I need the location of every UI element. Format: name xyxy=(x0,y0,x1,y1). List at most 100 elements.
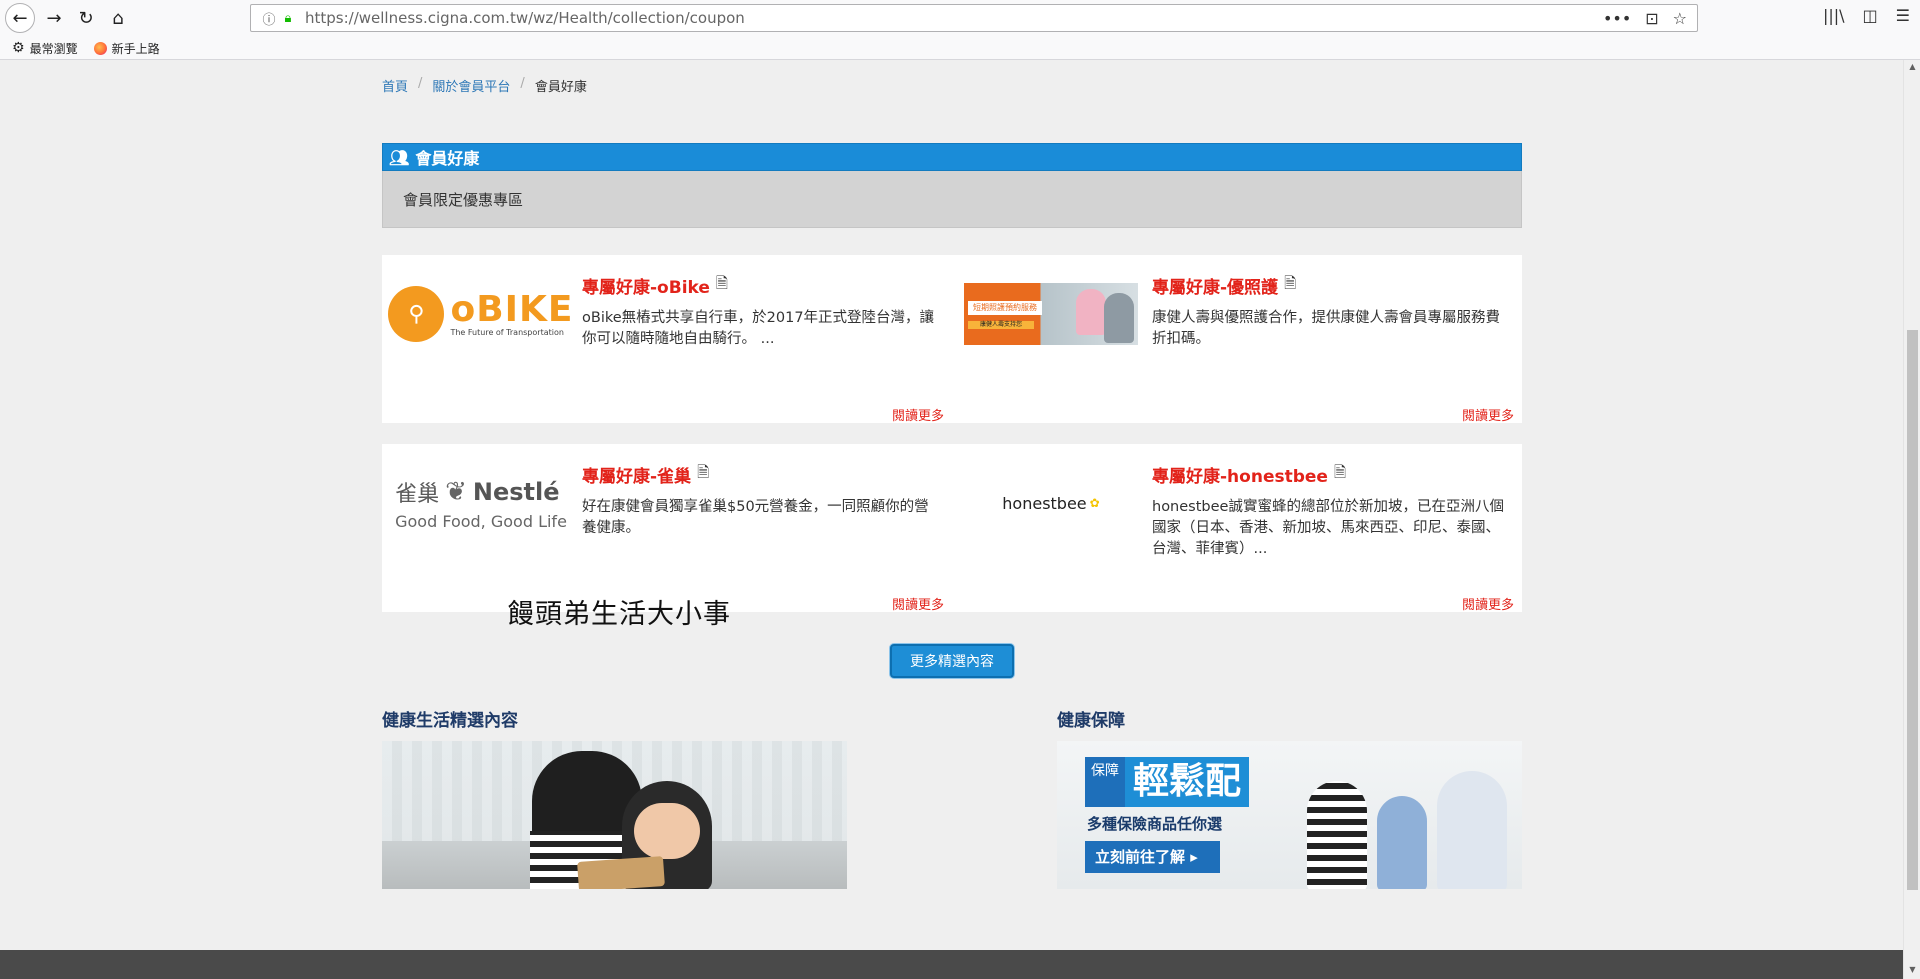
coupon-description: 康健人壽與優照護合作，提供康健人壽會員專屬服務費折扣碼。 xyxy=(1152,310,1500,347)
nestle-logo-top: 雀巢 ❦ Nestlé xyxy=(395,476,559,508)
reload-button[interactable]: ↻ xyxy=(72,4,100,32)
toolbar-right: |||\ ◫ ☰ xyxy=(1823,6,1910,25)
coupon-card-nestle: 雀巢 ❦ Nestlé Good Food, Good Life 專屬好康-雀巢… xyxy=(382,444,952,613)
arrow-left-icon: ← xyxy=(12,7,28,29)
nestle-wordmark: Nestlé xyxy=(472,477,560,506)
insurance-banner[interactable]: 保障 輕鬆配 多種保險商品任你選 立刻前往了解 ▸ xyxy=(1057,741,1522,889)
gear-icon: ⚙ xyxy=(12,40,25,56)
family-child-figure xyxy=(1377,796,1427,889)
scroll-down-icon[interactable]: ▼ xyxy=(1904,965,1920,979)
care-strip-text: 康健人壽支持您 xyxy=(968,321,1034,329)
caregiver-figure xyxy=(1076,289,1106,335)
coupon-title[interactable]: 專屬好康-優照護 🗎 xyxy=(1152,273,1296,298)
firefox-icon xyxy=(93,41,107,55)
pocket-icon[interactable]: ⊡ xyxy=(1645,9,1658,28)
document-icon: 🗎 xyxy=(715,274,728,292)
document-icon: 🗎 xyxy=(1284,274,1297,292)
bookmark-getting-started[interactable]: 新手上路 xyxy=(93,40,160,57)
sidebar-icon[interactable]: ◫ xyxy=(1863,6,1878,25)
document-icon: 🗎 xyxy=(1333,463,1347,481)
coupon-title[interactable]: 專屬好康-honestbee 🗎 xyxy=(1152,462,1346,487)
honestbee-logo-mark: honestbee ✿ xyxy=(1002,494,1099,513)
back-button[interactable]: ← xyxy=(5,3,35,33)
page-actions-icon[interactable]: ••• xyxy=(1603,9,1631,28)
lock-icon: 🔒︎ xyxy=(284,10,292,26)
bookmark-label: 新手上路 xyxy=(111,41,160,56)
read-more-link[interactable]: 閱讀更多 xyxy=(892,405,944,424)
insurance-badge: 保障 xyxy=(1085,757,1125,807)
coupon-title[interactable]: 專屬好康-雀巢 🗎 xyxy=(582,462,709,487)
breadcrumb-home[interactable]: 首頁 xyxy=(382,76,408,95)
coupon-description: 好在康健會員獨享雀巢$50元營養金，一同照顧你的營養健康。 xyxy=(582,499,929,536)
read-more-link[interactable]: 閱讀更多 xyxy=(1462,594,1514,613)
insurance-cta-button[interactable]: 立刻前往了解 ▸ xyxy=(1085,841,1220,873)
watermark-text: 饅頭弟生活大小事 xyxy=(507,599,731,630)
home-button[interactable]: ⌂ xyxy=(104,4,132,32)
forward-button[interactable]: → xyxy=(40,4,68,32)
insurance-subtitle: 多種保險商品任你選 xyxy=(1087,815,1223,833)
info-icon[interactable]: ⓘ xyxy=(259,9,279,28)
url-actions: ••• ⊡ ☆ xyxy=(1603,9,1687,28)
bookmark-label: 最常瀏覽 xyxy=(29,41,78,56)
section-header: 👥︎ 會員好康 xyxy=(382,143,1522,171)
coupon-card-care: 短期照護預約服務 康健人壽支持您 專屬好康-優照護 🗎 康健人壽與優照護合作，提… xyxy=(952,255,1522,424)
featured-insurance-title: 健康保障 xyxy=(1057,711,1125,731)
coupon-title-text[interactable]: 專屬好康-oBike xyxy=(582,273,710,298)
url-bar[interactable]: ⓘ 🔒︎ https://wellness.cigna.com.tw/wz/He… xyxy=(250,4,1698,32)
family-mother-figure xyxy=(1307,781,1367,889)
nestle-logo[interactable]: 雀巢 ❦ Nestlé Good Food, Good Life xyxy=(394,468,568,538)
coupon-title[interactable]: 專屬好康-oBike 🗎 xyxy=(582,273,728,298)
breadcrumb-current: 會員好康 xyxy=(534,80,587,95)
family-figures xyxy=(1297,751,1522,889)
section-subtitle: 會員限定優惠專區 xyxy=(382,171,1522,228)
obike-logo[interactable]: ⚲ oBIKE The Future of Transportation xyxy=(388,279,573,349)
nestle-logo-mark: 雀巢 ❦ Nestlé Good Food, Good Life xyxy=(395,476,567,531)
breadcrumb-separator: / xyxy=(418,76,423,91)
honestbee-logo[interactable]: honestbee ✿ xyxy=(964,468,1138,538)
library-icon[interactable]: |||\ xyxy=(1823,6,1845,25)
family-father-figure xyxy=(1437,771,1507,889)
section-title: 會員好康 xyxy=(415,149,480,168)
more-content-button[interactable]: 更多精選內容 xyxy=(890,644,1014,678)
bookmark-star-icon[interactable]: ☆ xyxy=(1673,9,1687,28)
menu-icon[interactable]: ☰ xyxy=(1896,6,1910,25)
coupon-card-honestbee: honestbee ✿ 專屬好康-honestbee 🗎 honestbee誠實… xyxy=(952,444,1522,613)
members-icon: 👥︎ xyxy=(389,147,410,167)
document-icon: 🗎 xyxy=(697,463,710,481)
child-face xyxy=(634,803,700,859)
breadcrumb-about[interactable]: 關於會員平台 xyxy=(432,76,510,95)
obike-tagline: The Future of Transportation xyxy=(450,327,564,337)
browser-navbar: ← → ↻ ⌂ ⓘ 🔒︎ https://wellness.cigna.com.… xyxy=(0,0,1920,36)
insurance-title: 輕鬆配 xyxy=(1125,757,1250,807)
coupon-description: oBike無樁式共享自行車，於2017年正式登陸台灣，讓你可以隨時隨地自由騎行。… xyxy=(582,310,935,347)
bike-icon: ⚲ xyxy=(388,286,445,342)
coupon-description: honestbee誠實蜜蜂的總部位於新加坡，已在亞洲八個國家（日本、香港、新加坡… xyxy=(1152,499,1504,557)
arrow-right-icon: → xyxy=(46,7,62,29)
coupon-title-text[interactable]: 專屬好康-雀巢 xyxy=(582,462,691,487)
coupon-row: 雀巢 ❦ Nestlé Good Food, Good Life 專屬好康-雀巢… xyxy=(382,444,1522,613)
page-scrollbar[interactable]: ▲ ▼ xyxy=(1903,60,1920,979)
featured-health-title: 健康生活精選內容 xyxy=(382,711,518,731)
read-more-link[interactable]: 閱讀更多 xyxy=(1462,405,1514,424)
nestle-chinese-name: 雀巢 xyxy=(395,481,440,507)
reload-icon: ↻ xyxy=(78,7,94,29)
care-image[interactable]: 短期照護預約服務 康健人壽支持您 xyxy=(964,279,1138,349)
obike-wordmark: oBIKE xyxy=(450,288,574,330)
url-text[interactable]: https://wellness.cigna.com.tw/wz/Health/… xyxy=(305,9,1603,27)
browser-chrome: ← → ↻ ⌂ ⓘ 🔒︎ https://wellness.cigna.com.… xyxy=(0,0,1920,60)
coupon-title-text[interactable]: 專屬好康-優照護 xyxy=(1152,273,1278,298)
bookmark-most-visited[interactable]: ⚙ 最常瀏覽 xyxy=(12,40,78,57)
read-more-link[interactable]: 閱讀更多 xyxy=(892,594,944,613)
coupon-card-obike: ⚲ oBIKE The Future of Transportation 專屬好… xyxy=(382,255,952,424)
care-banner-image: 短期照護預約服務 康健人壽支持您 xyxy=(964,283,1138,345)
nestle-tagline: Good Food, Good Life xyxy=(395,511,567,531)
breadcrumb: 首頁 / 關於會員平台 / 會員好康 xyxy=(382,76,587,95)
care-banner-text: 短期照護預約服務 xyxy=(968,301,1042,315)
health-feature-image[interactable] xyxy=(382,741,847,889)
scroll-up-icon[interactable]: ▲ xyxy=(1904,62,1920,76)
coupon-row: ⚲ oBIKE The Future of Transportation 專屬好… xyxy=(382,255,1522,424)
coupon-title-text[interactable]: 專屬好康-honestbee xyxy=(1152,462,1328,487)
tablet-device xyxy=(577,856,665,889)
scroll-thumb[interactable] xyxy=(1907,330,1918,890)
nest-icon: ❦ xyxy=(445,476,467,507)
